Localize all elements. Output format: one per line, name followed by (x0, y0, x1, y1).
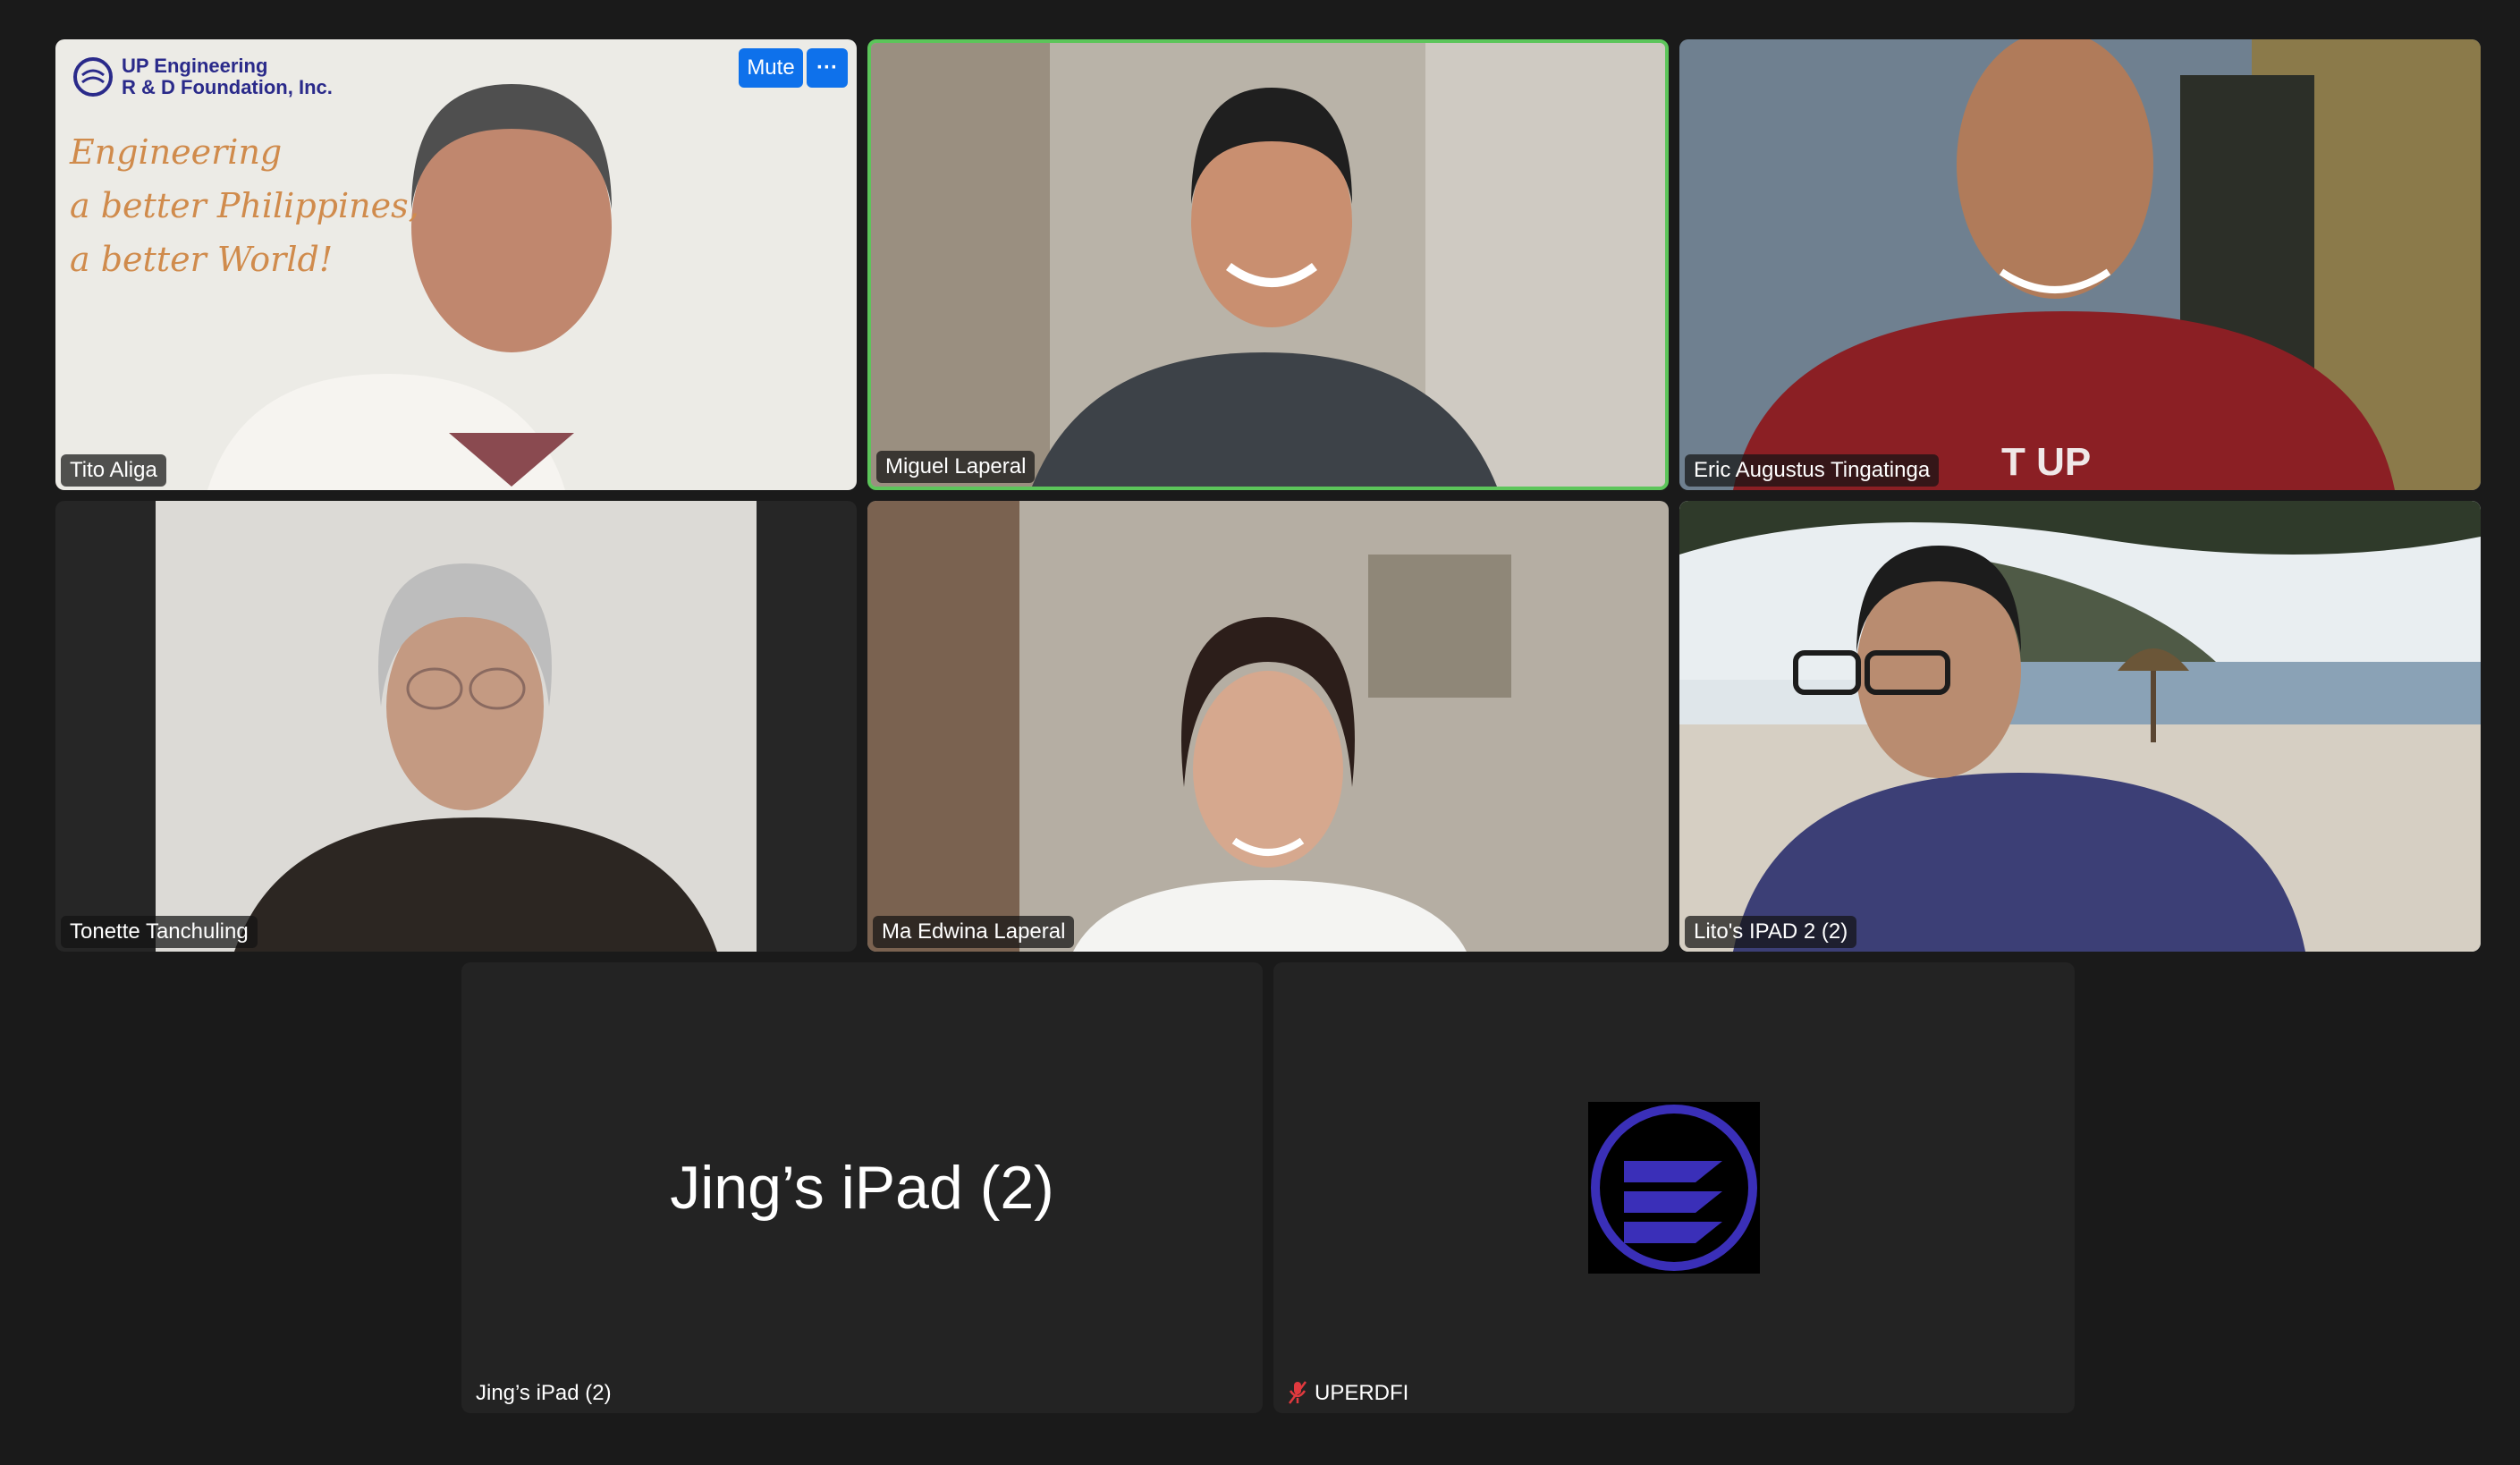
slogan-line-1: Engineering (70, 132, 283, 172)
participant-video (867, 501, 1511, 952)
video-tile-miguel-laperal[interactable]: Miguel Laperal (867, 39, 1669, 490)
participant-video (156, 501, 757, 952)
participant-name: Miguel Laperal (876, 451, 1036, 483)
slogan: Engineering a better Philippines, a bett… (70, 125, 419, 286)
microphone-muted-icon (1288, 1380, 1307, 1405)
video-tile-tonette-tanchuling[interactable]: Tonette Tanchuling (55, 501, 857, 952)
video-tile-ma-edwina-laperal[interactable]: Ma Edwina Laperal (867, 501, 1669, 952)
participant-name: Jing’s iPad (2) (476, 1381, 612, 1405)
mute-button[interactable]: Mute (739, 48, 803, 88)
participant-video (1679, 39, 2481, 490)
uperdfi-logo-icon (1588, 1102, 1760, 1274)
participant-video (871, 43, 1665, 487)
participant-display-name: Jing’s iPad (2) (670, 1154, 1054, 1222)
logo-line-2: R & D Foundation, Inc. (122, 76, 333, 98)
video-feed (867, 501, 1669, 952)
more-options-icon[interactable]: ··· (807, 48, 848, 88)
slogan-line-3: a better World! (70, 240, 334, 279)
participant-name-with-muted-icon: UPERDFI (1279, 1377, 1417, 1410)
participant-video (1679, 501, 2481, 952)
shirt-text: T UP (2001, 440, 2092, 484)
slogan-line-2: a better Philippines, (70, 186, 419, 225)
participant-name: Lito's IPAD 2 (2) (1685, 916, 1857, 948)
video-feed (55, 501, 857, 952)
participant-name: Ma Edwina Laperal (873, 916, 1075, 948)
participant-name: Tonette Tanchuling (61, 916, 258, 948)
video-feed (1679, 501, 2481, 952)
video-tile-uperdfi[interactable]: UPERDFI (1273, 962, 2075, 1413)
video-feed (1679, 39, 2481, 490)
participant-name: Eric Augustus Tingatinga (1685, 454, 1940, 487)
video-tile-jings-ipad[interactable]: Jing’s iPad (2) Jing’s iPad (2) (461, 962, 1263, 1413)
video-tile-eric-tingatinga[interactable]: T UP Eric Augustus Tingatinga (1679, 39, 2481, 490)
participant-name: UPERDFI (1315, 1381, 1409, 1405)
video-tile-tito-aliga[interactable]: UP Engineering R & D Foundation, Inc. En… (55, 39, 857, 490)
participant-name: Tito Aliga (61, 454, 166, 487)
video-feed (871, 43, 1665, 487)
logo-text: UP Engineering R & D Foundation, Inc. (122, 55, 333, 98)
logo-line-1: UP Engineering (122, 55, 268, 77)
video-tile-litos-ipad[interactable]: Lito's IPAD 2 (2) (1679, 501, 2481, 952)
